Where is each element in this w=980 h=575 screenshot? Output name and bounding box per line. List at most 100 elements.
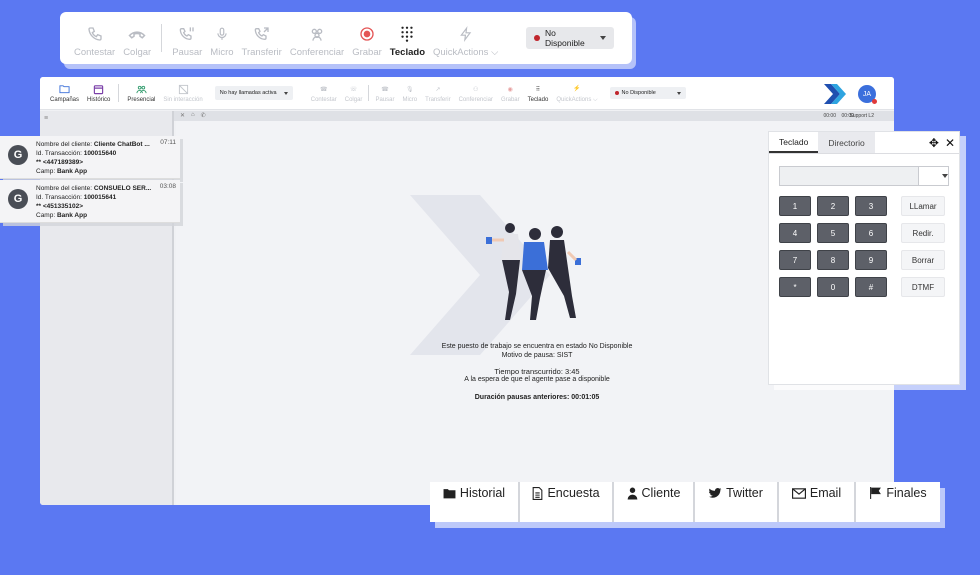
key-5[interactable]: 5 (817, 223, 849, 243)
key-7[interactable]: 7 (779, 250, 811, 270)
number-dropdown[interactable] (918, 167, 948, 185)
keypad-button[interactable]: Teclado (386, 18, 429, 58)
transfer-button[interactable]: Transferir (238, 18, 286, 58)
tab-finals-label: Finales (886, 486, 927, 500)
tab-twitter[interactable]: Twitter (695, 482, 779, 522)
home-icon[interactable]: ⌂ (191, 112, 195, 120)
pause-phone-icon: ☎ (381, 86, 389, 93)
transfer-icon: ↗ (435, 86, 441, 93)
key-hash[interactable]: # (855, 277, 887, 297)
user-icon (627, 486, 638, 500)
tab-email[interactable]: Email (779, 482, 856, 522)
microphone-icon: 🎙 (405, 86, 414, 93)
mic-button[interactable]: Micro (206, 18, 237, 58)
mini-record-label: Grabar (500, 97, 520, 103)
key-8[interactable]: 8 (817, 250, 849, 270)
quickactions-button[interactable]: QuickActions ⌵ (429, 18, 502, 58)
elapsed-time-text: Tiempo transcurrido: 3:45 (494, 367, 580, 376)
mini-quickactions-label: QuickActions ⌵ (556, 96, 598, 103)
mini-keypad-button[interactable]: ⠿ Teclado (524, 83, 553, 104)
tab-finals[interactable]: Finales (856, 482, 940, 522)
mini-transfer-label: Transferir (425, 97, 451, 103)
unavailable-line: Este puesto de trabajo se encuentra en e… (441, 343, 633, 350)
nav-history[interactable]: Histórico (83, 83, 114, 103)
avatar[interactable]: JA (858, 85, 877, 104)
pause-button[interactable]: Pausar (168, 18, 206, 58)
close-icon[interactable]: ✕ (945, 136, 955, 150)
people-illustration (486, 223, 581, 320)
hangup-button[interactable]: Colgar (119, 18, 155, 58)
status-badge (872, 99, 877, 104)
key-0[interactable]: 0 (817, 277, 849, 297)
dialpad-grid: 1 2 3 LLamar 4 5 6 Redir. 7 8 9 Borrar *… (779, 196, 945, 297)
close-icon[interactable]: ✕ (180, 112, 185, 120)
twitter-icon (709, 486, 722, 500)
call-button[interactable]: LLamar (901, 196, 945, 216)
status-select[interactable]: No Disponible (526, 27, 615, 49)
mini-transfer-button[interactable]: ↗ Transferir (421, 83, 454, 104)
tab-directory[interactable]: Directorio (818, 132, 875, 153)
mini-mic-button[interactable]: 🎙 Micro (398, 83, 421, 104)
campaign-name: Bank App (56, 212, 88, 219)
campaign-name: Bank App (56, 168, 88, 175)
no-interaction-icon (177, 83, 189, 95)
nav-no-interaction[interactable]: Sin interacción (159, 83, 206, 103)
tab-client[interactable]: Cliente (614, 482, 695, 522)
lightning-icon (456, 24, 476, 44)
key-9[interactable]: 9 (855, 250, 887, 270)
redirect-button[interactable]: Redir. (901, 223, 945, 243)
active-calls-select[interactable]: No hay llamadas activa (214, 86, 293, 100)
nav-campaigns[interactable]: Campañas (46, 83, 83, 103)
nav-presence[interactable]: Presencial (123, 83, 159, 103)
status-dot-icon (614, 91, 619, 95)
tab-survey-label: Encuesta (547, 486, 600, 500)
transfer-label: Transferir (241, 47, 282, 58)
previous-pauses-text: Duración pausas anteriores: 00:01:05 (474, 394, 600, 401)
delete-button[interactable]: Borrar (901, 250, 945, 270)
move-icon[interactable]: ✥ (929, 136, 939, 150)
tab-client-label: Cliente (641, 486, 681, 500)
phone-number: ** <447189389> (36, 159, 83, 166)
mini-conference-button[interactable]: ⚇ Conferenciar (455, 83, 497, 104)
mini-pause-button[interactable]: ☎ Pausar (371, 83, 398, 104)
mini-quickactions-button[interactable]: ⚡ QuickActions ⌵ (552, 83, 601, 104)
phone-icon (85, 24, 105, 44)
key-3[interactable]: 3 (855, 196, 887, 216)
pause-phone-icon (177, 24, 197, 44)
nav-history-label: Histórico (87, 97, 111, 103)
mini-mic-label: Micro (402, 97, 418, 103)
mini-status-select[interactable]: No Disponible (609, 87, 686, 99)
key-1[interactable]: 1 (779, 196, 811, 216)
dial-number-input[interactable] (779, 166, 949, 186)
mini-hangup-label: Colgar (344, 97, 363, 103)
key-2[interactable]: 2 (817, 196, 849, 216)
answer-button[interactable]: Contestar (70, 18, 119, 58)
conference-button[interactable]: Conferenciar (286, 18, 348, 58)
elapsed-time: 03:08 (159, 183, 176, 190)
mini-conference-label: Conferenciar (458, 97, 493, 103)
notification-details: Nombre del cliente: Cliente ChatBot ... … (36, 141, 150, 175)
envelope-icon (791, 486, 806, 500)
record-button[interactable]: Grabar (348, 18, 386, 58)
key-4[interactable]: 4 (779, 223, 811, 243)
key-6[interactable]: 6 (855, 223, 887, 243)
tab-history[interactable]: Historial (430, 482, 520, 522)
list-item[interactable]: G Nombre del cliente: Cliente ChatBot ..… (0, 136, 180, 179)
transaction-id: 100015640 (83, 150, 117, 157)
pause-reason: Motivo de pausa: SIST (501, 352, 573, 359)
tab-keypad[interactable]: Teclado (769, 132, 819, 153)
mini-answer-button[interactable]: ☎ Contestar (307, 83, 341, 104)
tab-survey[interactable]: Encuesta (520, 482, 614, 522)
pause-label: Pausar (172, 47, 203, 58)
dtmf-button[interactable]: DTMF (901, 277, 945, 297)
record-icon (357, 24, 377, 44)
flag-icon (869, 486, 882, 500)
menu-icon[interactable]: ≡ (44, 115, 48, 122)
list-item[interactable]: G Nombre del cliente: CONSUELO SER... Id… (0, 180, 180, 223)
mini-hangup-button[interactable]: ☏ Colgar (341, 83, 367, 104)
mini-record-button[interactable]: ◉ Grabar (497, 83, 524, 104)
transaction-id: 100015641 (83, 194, 117, 201)
chevron-down-icon (676, 91, 681, 95)
key-star[interactable]: * (779, 277, 811, 297)
phone-small-icon[interactable]: ✆ (201, 112, 206, 120)
